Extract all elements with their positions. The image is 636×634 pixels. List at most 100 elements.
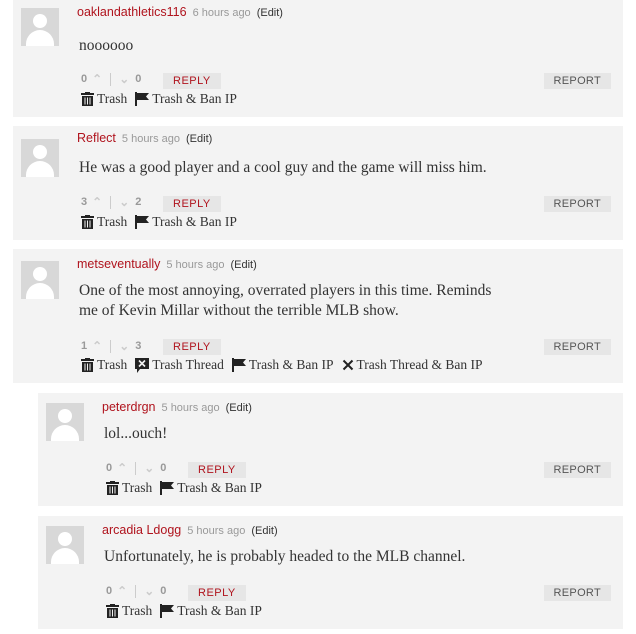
- comment-author[interactable]: oaklandathletics116: [77, 5, 187, 19]
- moderation-actions: Trash Trash & Ban IP: [106, 480, 270, 496]
- flag-icon: [160, 604, 175, 618]
- trash-ban-ip-label: Trash & Ban IP: [177, 603, 262, 618]
- reply-button[interactable]: REPLY: [163, 196, 221, 212]
- upvote-icon[interactable]: ⌃: [92, 339, 102, 353]
- downvote-count: 0: [160, 585, 167, 597]
- vote-divider: [135, 584, 137, 598]
- trash-ban-ip-button[interactable]: Trash & Ban IP: [135, 91, 237, 107]
- trash-ban-ip-button[interactable]: Trash & Ban IP: [160, 603, 262, 619]
- reply-comment: peterdrgn 5 hours ago (Edit) lol...ouch! 0…: [38, 393, 623, 506]
- close-icon: [342, 359, 353, 371]
- comment-text: noooooo: [79, 37, 134, 54]
- comment-timestamp[interactable]: 5 hours ago: [122, 133, 180, 145]
- comment-timestamp[interactable]: 5 hours ago: [166, 259, 224, 271]
- trash-button[interactable]: Trash: [81, 214, 127, 230]
- vote-controls: 3 ⌃ ⌄ 2: [81, 195, 141, 209]
- vote-divider: [135, 461, 137, 475]
- downvote-icon[interactable]: ⌄: [119, 339, 129, 353]
- comment-author[interactable]: metseventually: [77, 257, 160, 271]
- report-button[interactable]: REPORT: [543, 339, 611, 355]
- edit-link[interactable]: (Edit): [186, 133, 212, 145]
- upvote-icon[interactable]: ⌃: [92, 195, 102, 209]
- report-button[interactable]: REPORT: [543, 196, 611, 212]
- comment: Reflect 5 hours ago (Edit) He was a good p…: [13, 126, 623, 240]
- edit-link[interactable]: (Edit): [230, 259, 256, 271]
- trash-label: Trash: [122, 480, 153, 495]
- report-button[interactable]: REPORT: [543, 462, 611, 478]
- flag-icon: [135, 92, 150, 106]
- trash-label: Trash: [97, 91, 128, 106]
- upvote-icon[interactable]: ⌃: [117, 584, 127, 598]
- flag-icon: [231, 358, 246, 372]
- trash-icon: [106, 481, 119, 495]
- downvote-count: 3: [135, 340, 142, 352]
- avatar[interactable]: [21, 261, 59, 299]
- flag-icon: [160, 481, 175, 495]
- upvote-icon[interactable]: ⌃: [117, 461, 127, 475]
- comment-text: lol...ouch!: [104, 425, 168, 442]
- report-button[interactable]: REPORT: [543, 585, 611, 601]
- trash-label: Trash: [97, 357, 128, 372]
- trash-button[interactable]: Trash: [106, 603, 152, 619]
- vote-controls: 0 ⌃ ⌄ 0: [81, 72, 141, 86]
- edit-link[interactable]: (Edit): [226, 402, 252, 414]
- upvote-count: 0: [81, 73, 88, 85]
- moderation-actions: Trash Trash Thread Trash & Ban IP Trash …: [81, 357, 491, 373]
- trash-ban-ip-button[interactable]: Trash & Ban IP: [160, 480, 262, 496]
- avatar[interactable]: [21, 139, 59, 177]
- vote-divider: [110, 72, 112, 86]
- downvote-icon[interactable]: ⌄: [119, 195, 129, 209]
- trash-ban-ip-button[interactable]: Trash & Ban IP: [135, 214, 237, 230]
- vote-controls: 1 ⌃ ⌄ 3: [81, 339, 141, 353]
- comment-author[interactable]: Reflect: [77, 131, 116, 145]
- downvote-count: 0: [160, 462, 167, 474]
- trash-icon: [81, 358, 94, 372]
- comment-timestamp[interactable]: 5 hours ago: [187, 525, 245, 537]
- moderation-actions: Trash Trash & Ban IP: [81, 214, 245, 230]
- trash-thread-button[interactable]: Trash Thread: [135, 357, 224, 373]
- upvote-count: 3: [81, 196, 88, 208]
- comment: metseventually 5 hours ago (Edit) One of t…: [13, 249, 623, 383]
- moderation-actions: Trash Trash & Ban IP: [106, 603, 270, 619]
- avatar[interactable]: [46, 526, 84, 564]
- reply-button[interactable]: REPLY: [163, 73, 221, 89]
- trash-button[interactable]: Trash: [106, 480, 152, 496]
- comment-timestamp[interactable]: 6 hours ago: [193, 7, 251, 19]
- trash-icon: [81, 92, 94, 106]
- comment-text: He was a good player and a cool guy and …: [79, 159, 487, 176]
- downvote-icon[interactable]: ⌄: [119, 72, 129, 86]
- vote-controls: 0 ⌃ ⌄ 0: [106, 461, 166, 475]
- trash-ban-ip-label: Trash & Ban IP: [248, 357, 334, 372]
- comment-author[interactable]: arcadia Ldogg: [102, 523, 181, 537]
- comment-text-line: One of the most annoying, overrated play…: [79, 282, 492, 299]
- trash-button[interactable]: Trash: [81, 91, 127, 107]
- avatar[interactable]: [21, 8, 59, 46]
- trash-ban-ip-label: Trash & Ban IP: [152, 214, 237, 229]
- comment-timestamp[interactable]: 5 hours ago: [162, 402, 220, 414]
- comment-author[interactable]: peterdrgn: [102, 400, 156, 414]
- edit-link[interactable]: (Edit): [257, 7, 283, 19]
- trash-thread-ban-ip-button[interactable]: Trash Thread & Ban IP: [342, 357, 483, 373]
- reply-button[interactable]: REPLY: [188, 462, 246, 478]
- reply-button[interactable]: REPLY: [188, 585, 246, 601]
- comment: oaklandathletics116 6 hours ago (Edit) noo…: [13, 0, 623, 117]
- report-button[interactable]: REPORT: [543, 73, 611, 89]
- trash-icon: [106, 604, 119, 618]
- comment-text: One of the most annoying, overrated play…: [79, 281, 491, 321]
- downvote-count: 2: [135, 196, 142, 208]
- downvote-icon[interactable]: ⌄: [144, 584, 154, 598]
- downvote-count: 0: [135, 73, 142, 85]
- trash-button[interactable]: Trash: [81, 357, 127, 373]
- trash-ban-ip-button[interactable]: Trash & Ban IP: [231, 357, 334, 373]
- vote-controls: 0 ⌃ ⌄ 0: [106, 584, 166, 598]
- edit-link[interactable]: (Edit): [251, 525, 277, 537]
- upvote-icon[interactable]: ⌃: [92, 72, 102, 86]
- vote-divider: [110, 339, 112, 353]
- avatar[interactable]: [46, 403, 84, 441]
- downvote-icon[interactable]: ⌄: [144, 461, 154, 475]
- upvote-count: 1: [81, 340, 88, 352]
- moderation-actions: Trash Trash & Ban IP: [81, 91, 245, 107]
- trash-ban-ip-label: Trash & Ban IP: [152, 91, 237, 106]
- reply-button[interactable]: REPLY: [163, 339, 221, 355]
- upvote-count: 0: [106, 585, 113, 597]
